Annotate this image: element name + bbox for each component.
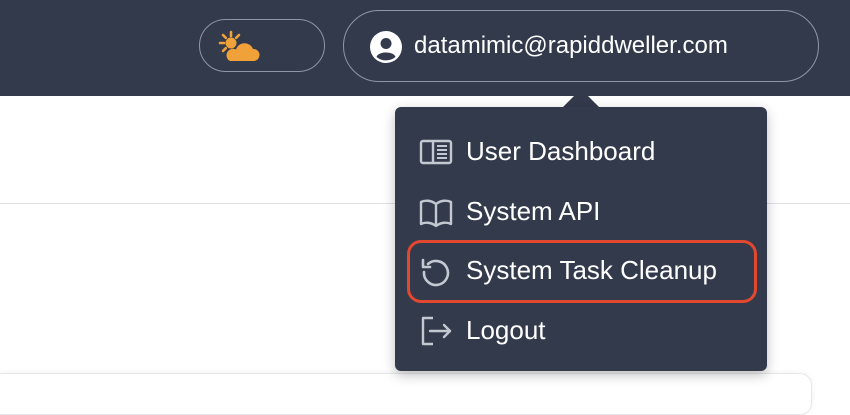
user-email: datamimic@rapiddweller.com bbox=[414, 32, 728, 59]
book-icon bbox=[419, 199, 453, 228]
theme-toggle-button[interactable] bbox=[199, 19, 325, 72]
menu-item-label: Logout bbox=[466, 315, 546, 345]
menu-item-label: System Task Cleanup bbox=[466, 255, 717, 285]
menu-item-system-task-cleanup[interactable]: System Task Cleanup bbox=[395, 241, 767, 299]
sun-cloud-icon bbox=[218, 30, 260, 61]
user-avatar-icon bbox=[370, 31, 402, 63]
user-dropdown-menu: User Dashboard System API System Task Cl… bbox=[395, 107, 767, 371]
menu-item-label: System API bbox=[466, 196, 601, 226]
top-navbar: datamimic@rapiddweller.com bbox=[0, 0, 850, 96]
menu-item-system-api[interactable]: System API bbox=[395, 182, 767, 240]
dropdown-caret bbox=[563, 89, 599, 107]
refresh-icon bbox=[421, 258, 450, 287]
content-card bbox=[0, 373, 812, 415]
menu-item-label: User Dashboard bbox=[466, 136, 656, 166]
menu-item-user-dashboard[interactable]: User Dashboard bbox=[395, 122, 767, 180]
logout-icon bbox=[421, 316, 452, 346]
menu-item-logout[interactable]: Logout bbox=[395, 301, 767, 359]
user-menu-button[interactable]: datamimic@rapiddweller.com bbox=[343, 10, 819, 82]
dashboard-icon bbox=[419, 139, 453, 165]
